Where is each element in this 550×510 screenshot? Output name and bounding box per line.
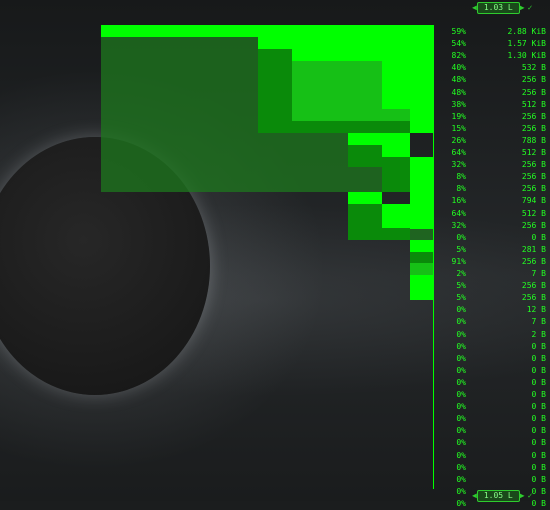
row-percent: 0% <box>456 330 466 339</box>
row-percent: 0% <box>456 499 466 508</box>
row-percent: 0% <box>456 402 466 411</box>
row-percent: 64% <box>451 209 466 218</box>
check-icon: ✓ <box>527 491 533 500</box>
row-size: 256 B <box>521 160 546 169</box>
row-size: 0 B <box>531 366 546 375</box>
row-size: 512 B <box>521 148 546 157</box>
bottom-badge-value: 1.05 L <box>476 490 520 502</box>
row-percent: 5% <box>456 245 466 254</box>
row-size: 0 B <box>531 451 546 460</box>
row-size: 0 B <box>531 390 546 399</box>
row-percent: 19% <box>451 112 466 121</box>
row-size: 256 B <box>521 75 546 84</box>
row-size: 0 B <box>531 233 546 242</box>
row-size: 256 B <box>521 281 546 290</box>
row-percent: 40% <box>451 63 466 72</box>
top-badge-value: 1.03 L <box>476 2 520 14</box>
row-percent: 91% <box>451 257 466 266</box>
row-percent: 26% <box>451 136 466 145</box>
row-size: 0 B <box>531 378 546 387</box>
treemap-divider <box>433 25 434 489</box>
row-size: 0 B <box>531 402 546 411</box>
row-size: 0 B <box>531 414 546 423</box>
top-status-badge[interactable]: ◀ 1.03 L ▶ ✓ <box>472 2 533 14</box>
row-percent: 0% <box>456 438 466 447</box>
row-size: 512 B <box>521 100 546 109</box>
row-percent: 15% <box>451 124 466 133</box>
row-size: 12 B <box>526 305 546 314</box>
row-percent: 0% <box>456 342 466 351</box>
row-size: 2 B <box>531 330 546 339</box>
row-percent: 38% <box>451 100 466 109</box>
row-size: 256 B <box>521 112 546 121</box>
row-size: 794 B <box>521 196 546 205</box>
row-percent: 0% <box>456 390 466 399</box>
row-size: 0 B <box>531 342 546 351</box>
row-percent: 0% <box>456 414 466 423</box>
row-size: 532 B <box>521 63 546 72</box>
row-size: 0 B <box>531 438 546 447</box>
row-size: 0 B <box>531 463 546 472</box>
row-percent: 0% <box>456 463 466 472</box>
check-icon: ✓ <box>527 3 533 12</box>
row-size: 256 B <box>521 124 546 133</box>
row-percent: 8% <box>456 172 466 181</box>
row-percent: 32% <box>451 160 466 169</box>
row-percent: 0% <box>456 233 466 242</box>
row-percent: 0% <box>456 487 466 496</box>
row-size: 256 B <box>521 221 546 230</box>
row-size: 1.30 KiB <box>507 51 546 60</box>
row-percent: 32% <box>451 221 466 230</box>
row-percent: 54% <box>451 39 466 48</box>
row-percent: 16% <box>451 196 466 205</box>
right-arrow-icon: ▶ <box>519 3 525 12</box>
row-percent: 0% <box>456 378 466 387</box>
row-size: 0 B <box>531 354 546 363</box>
row-size: 512 B <box>521 209 546 218</box>
row-size: 0 B <box>531 426 546 435</box>
row-percent: 8% <box>456 184 466 193</box>
row-percent: 0% <box>456 451 466 460</box>
row-size: 2.88 KiB <box>507 27 546 36</box>
row-size: 256 B <box>521 293 546 302</box>
row-size: 256 B <box>521 257 546 266</box>
row-size: 1.57 KiB <box>507 39 546 48</box>
row-size: 256 B <box>521 172 546 181</box>
row-size: 256 B <box>521 88 546 97</box>
right-arrow-icon: ▶ <box>519 491 525 500</box>
row-size: 7 B <box>531 269 546 278</box>
row-size: 7 B <box>531 317 546 326</box>
row-percent: 59% <box>451 27 466 36</box>
row-percent: 0% <box>456 317 466 326</box>
row-size: 256 B <box>521 184 546 193</box>
bottom-status-badge[interactable]: ◀ 1.05 L ▶ ✓ <box>472 490 533 502</box>
row-percent: 64% <box>451 148 466 157</box>
row-percent: 48% <box>451 88 466 97</box>
row-percent: 2% <box>456 269 466 278</box>
row-percent: 0% <box>456 354 466 363</box>
row-size: 788 B <box>521 136 546 145</box>
row-percent: 0% <box>456 426 466 435</box>
row-size: 0 B <box>531 475 546 484</box>
row-percent: 5% <box>456 281 466 290</box>
row-percent: 82% <box>451 51 466 60</box>
row-size: 281 B <box>521 245 546 254</box>
row-percent: 0% <box>456 366 466 375</box>
row-percent: 48% <box>451 75 466 84</box>
row-percent: 0% <box>456 305 466 314</box>
row-percent: 5% <box>456 293 466 302</box>
row-percent: 0% <box>456 475 466 484</box>
